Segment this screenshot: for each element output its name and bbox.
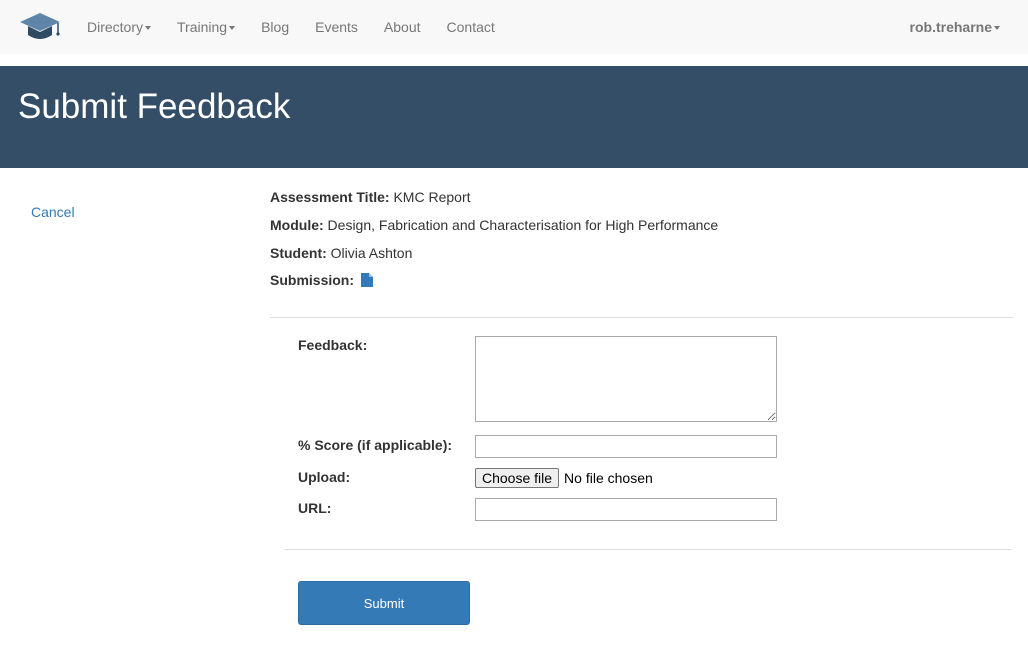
chevron-down-icon	[145, 26, 152, 31]
divider	[285, 549, 1011, 550]
nav-blog[interactable]: Blog	[248, 0, 302, 54]
url-input[interactable]	[475, 498, 777, 521]
nav-about[interactable]: About	[371, 0, 434, 54]
divider	[270, 317, 1013, 318]
nav-contact-label: Contact	[446, 19, 495, 35]
submit-button[interactable]: Submit	[298, 581, 470, 625]
nav-events-label: Events	[315, 19, 358, 35]
file-status: No file chosen	[564, 469, 653, 486]
nav-events[interactable]: Events	[302, 0, 371, 54]
module-line: Module: Design, Fabrication and Characte…	[270, 217, 718, 233]
chevron-down-icon	[229, 26, 236, 31]
score-label: % Score (if applicable):	[298, 437, 453, 453]
page-title: Submit Feedback	[18, 87, 291, 126]
nav-training-label: Training	[177, 19, 228, 35]
site-logo[interactable]	[18, 11, 62, 43]
feedback-label: Feedback:	[298, 337, 368, 353]
student-value: Olivia Ashton	[330, 245, 413, 261]
nav-links: Directory Training Blog Events About Con…	[74, 0, 508, 54]
score-input[interactable]	[475, 435, 777, 458]
nav-directory[interactable]: Directory	[74, 0, 164, 54]
assessment-title-value: KMC Report	[393, 189, 471, 205]
nav-training[interactable]: Training	[164, 0, 248, 54]
nav-about-label: About	[383, 19, 421, 35]
assessment-title-line: Assessment Title: KMC Report	[270, 189, 471, 205]
nav-blog-label: Blog	[261, 19, 290, 35]
assessment-title-label: Assessment Title:	[270, 189, 390, 205]
file-icon[interactable]	[360, 273, 373, 290]
student-line: Student: Olivia Ashton	[270, 245, 412, 261]
nav-directory-label: Directory	[87, 19, 144, 35]
cancel-link[interactable]: Cancel	[31, 204, 75, 220]
submission-label: Submission:	[270, 272, 355, 288]
feedback-textarea[interactable]	[475, 336, 777, 422]
submission-line: Submission:	[270, 272, 373, 290]
url-label: URL:	[298, 500, 332, 516]
file-upload: Choose file No file chosen	[475, 467, 653, 488]
choose-file-button[interactable]: Choose file	[475, 467, 560, 488]
module-value: Design, Fabrication and Characterisation…	[327, 217, 719, 233]
user-menu[interactable]: rob.treharne	[910, 0, 1000, 54]
page-header: Submit Feedback	[0, 66, 1028, 168]
upload-label: Upload:	[298, 469, 351, 485]
student-label: Student:	[270, 245, 327, 261]
module-label: Module:	[270, 217, 324, 233]
nav-contact[interactable]: Contact	[434, 0, 508, 54]
graduation-cap-icon	[20, 13, 60, 39]
user-name: rob.treharne	[909, 19, 992, 35]
chevron-down-icon	[994, 26, 1000, 31]
top-navbar: Directory Training Blog Events About Con…	[0, 0, 1028, 54]
